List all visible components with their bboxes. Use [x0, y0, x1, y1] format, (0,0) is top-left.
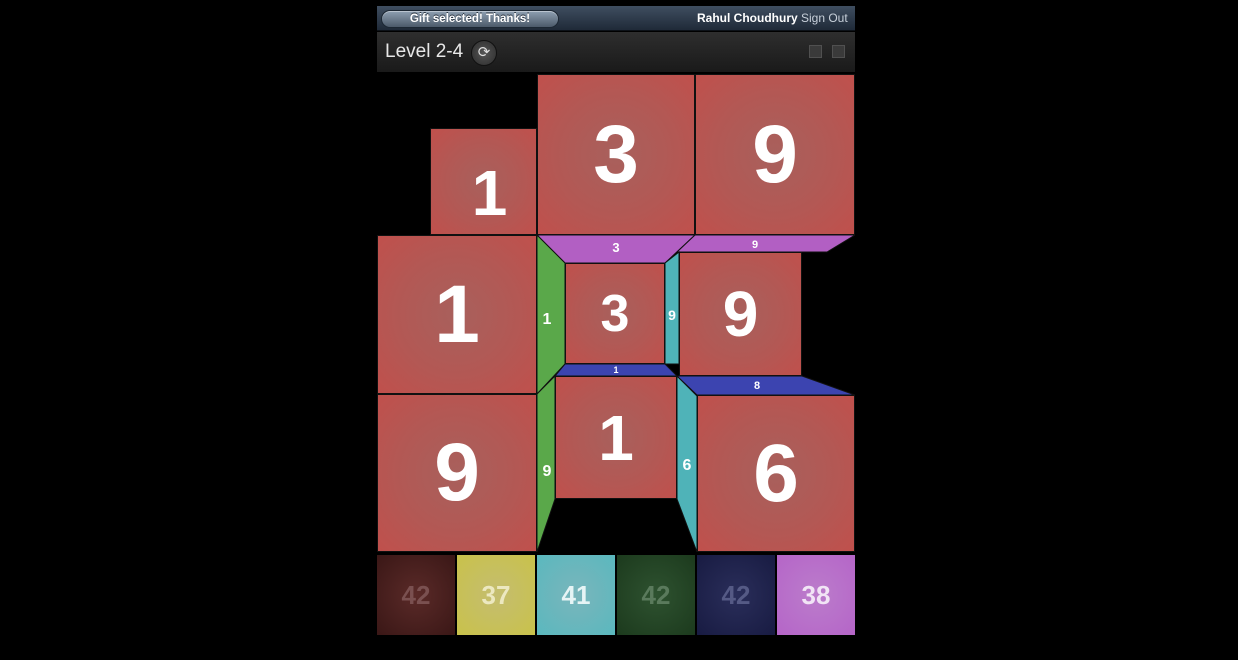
- number-tile[interactable]: 9: [679, 252, 802, 376]
- score-tile: 38: [777, 555, 855, 635]
- face-digit: 3: [612, 240, 619, 255]
- score-tile: 42: [377, 555, 455, 635]
- top-face: [675, 234, 855, 253]
- score-tile: 41: [537, 555, 615, 635]
- number-tile[interactable]: 1: [555, 376, 677, 499]
- face-digit: 8: [754, 380, 760, 392]
- face-digit: 1: [613, 365, 618, 375]
- number-tile[interactable]: 9: [377, 394, 537, 552]
- face-digit: 9: [668, 307, 676, 323]
- number-tile[interactable]: 3: [565, 263, 665, 364]
- score-tile: 42: [697, 555, 775, 635]
- number-tile[interactable]: 1: [377, 235, 537, 394]
- face-digit: 9: [752, 239, 758, 251]
- number-tile[interactable]: 6: [697, 395, 855, 552]
- face-digit: 1: [543, 311, 552, 328]
- number-tile[interactable]: 3: [537, 74, 695, 235]
- score-tile: 37: [457, 555, 535, 635]
- bottom-face: [675, 375, 855, 396]
- face-digit: 6: [683, 457, 692, 474]
- number-tile[interactable]: 9: [695, 74, 855, 235]
- face-digit: 9: [543, 463, 552, 480]
- number-tile[interactable]: 1: [430, 128, 537, 235]
- score-tile: 42: [617, 555, 695, 635]
- game-app: Gift selected! Thanks! Rahul Choudhury S…: [377, 6, 855, 637]
